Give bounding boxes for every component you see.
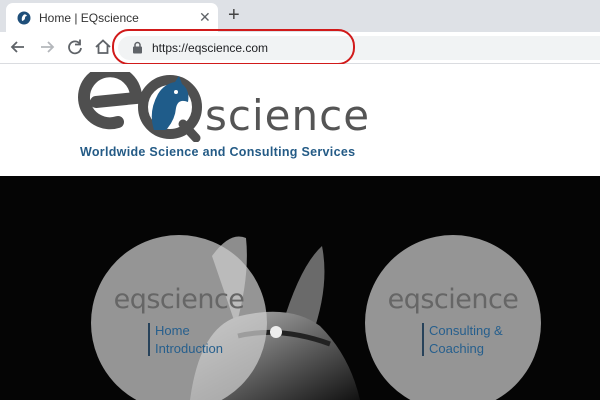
url-text: https://eqscience.com xyxy=(152,41,269,55)
card-brand: eqscience xyxy=(113,284,245,315)
home-icon[interactable] xyxy=(92,36,114,58)
forward-arrow-icon[interactable] xyxy=(36,36,58,58)
card-divider xyxy=(148,323,150,356)
browser-toolbar: https://eqscience.com xyxy=(0,32,600,64)
card-line: Consulting & xyxy=(429,323,503,338)
logo-wordmark: science xyxy=(205,91,371,140)
new-tab-button[interactable]: + xyxy=(228,4,240,26)
address-bar[interactable]: https://eqscience.com xyxy=(118,36,600,60)
eqscience-logo-icon[interactable] xyxy=(78,72,203,142)
card-line: Home xyxy=(155,323,190,338)
tab-title: Home | EQscience xyxy=(39,11,139,25)
consulting-coaching-link[interactable]: eqscience Consulting & Coaching xyxy=(365,235,541,400)
site-header: science Worldwide Science and Consulting… xyxy=(0,64,600,176)
lock-icon xyxy=(133,41,142,54)
close-icon[interactable]: ✕ xyxy=(199,9,211,25)
browser-tab[interactable]: Home | EQscience ✕ xyxy=(6,3,218,32)
card-brand: eqscience xyxy=(387,284,519,315)
hero-banner: eqscience Home Introduction eqscience Co… xyxy=(0,176,600,400)
card-line: Coaching xyxy=(429,341,484,356)
card-line: Introduction xyxy=(155,341,223,356)
home-introduction-link[interactable]: eqscience Home Introduction xyxy=(91,235,267,400)
eqscience-favicon-icon xyxy=(17,11,31,25)
tab-strip: Home | EQscience ✕ + xyxy=(0,0,600,32)
site-tagline: Worldwide Science and Consulting Service… xyxy=(80,145,356,159)
back-arrow-icon[interactable] xyxy=(7,36,29,58)
reload-icon[interactable] xyxy=(64,36,86,58)
card-divider xyxy=(422,323,424,356)
